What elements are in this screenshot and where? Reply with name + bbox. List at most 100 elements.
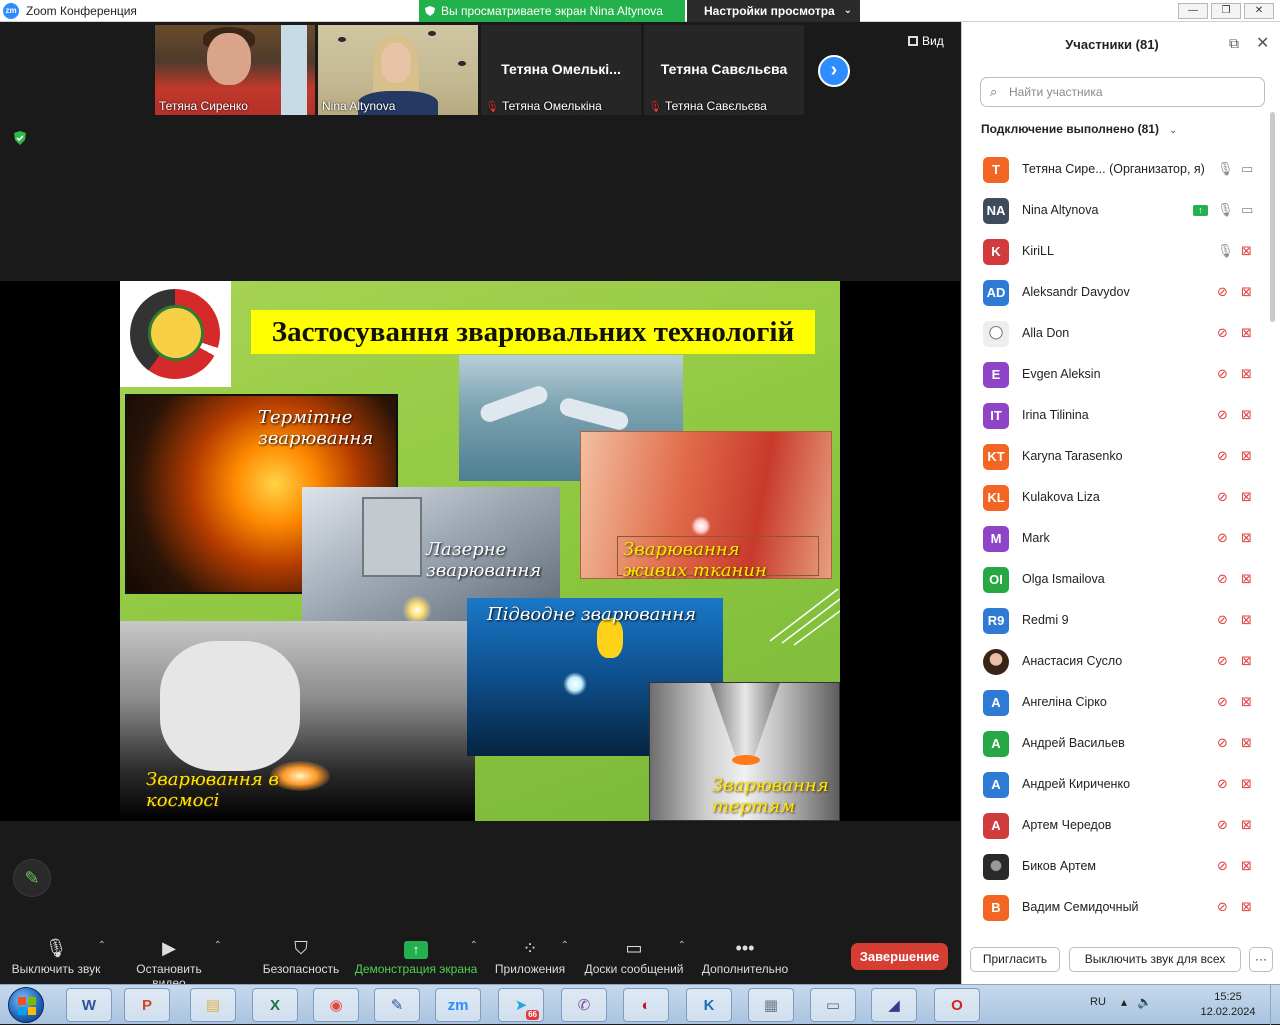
- more-options-button[interactable]: ···: [1249, 947, 1273, 972]
- participant-row[interactable]: OI Olga Ismailova ⊘ ⊠: [962, 559, 1267, 600]
- participant-row[interactable]: K KiriLL 🎙 ⊠: [962, 231, 1267, 272]
- participant-row[interactable]: Биков Артем ⊘ ⊠: [962, 846, 1267, 887]
- pop-out-icon[interactable]: ⧉: [1229, 35, 1239, 52]
- mic-muted-icon[interactable]: ⊘: [1217, 448, 1228, 464]
- participant-row[interactable]: NA Nina Altynova ↑ 🎙 ▭: [962, 190, 1267, 231]
- mic-muted-icon[interactable]: ⊘: [1217, 653, 1228, 669]
- participant-row[interactable]: E Evgen Aleksin ⊘ ⊠: [962, 354, 1267, 395]
- view-options-button[interactable]: Настройки просмотра ⌄: [687, 0, 860, 22]
- microphone-icon[interactable]: 🎙: [1217, 202, 1234, 218]
- close-button[interactable]: ✕: [1244, 3, 1274, 19]
- panel-scrollbar[interactable]: [1270, 112, 1275, 322]
- taskbar-app-explorer[interactable]: ▤: [190, 988, 236, 1022]
- mic-muted-icon[interactable]: ⊘: [1217, 735, 1228, 751]
- video-off-icon[interactable]: ⊠: [1241, 694, 1252, 710]
- chevron-up-icon[interactable]: ⌃: [561, 940, 569, 951]
- video-off-icon[interactable]: ⊠: [1241, 612, 1252, 628]
- video-tile[interactable]: Тетяна Савєльєва 🎙 Тетяна Савєльєва: [644, 25, 804, 115]
- participant-row[interactable]: KT Karyna Tarasenko ⊘ ⊠: [962, 436, 1267, 477]
- video-tile[interactable]: Тетяна Омелькі... 🎙 Тетяна Омелькіна: [481, 25, 641, 115]
- maximize-button[interactable]: ❐: [1211, 3, 1241, 19]
- taskbar-app-powerpoint[interactable]: P: [124, 988, 170, 1022]
- share-screen-button[interactable]: ↑ Демонстрация экрана ⌃: [354, 934, 478, 982]
- invite-button[interactable]: Пригласить: [970, 947, 1060, 972]
- chevron-up-icon[interactable]: ⌃: [470, 940, 478, 951]
- taskbar-app-media[interactable]: ◐: [623, 988, 669, 1022]
- next-page-button[interactable]: ›: [818, 55, 850, 87]
- taskbar-app-opera[interactable]: O: [934, 988, 980, 1022]
- mic-muted-icon[interactable]: ⊘: [1217, 366, 1228, 382]
- chevron-up-icon[interactable]: ⌃: [98, 940, 106, 951]
- mute-button[interactable]: 🎙 Выключить звук ⌃: [10, 934, 106, 982]
- close-icon[interactable]: ✕: [1256, 33, 1269, 53]
- start-button[interactable]: [8, 987, 44, 1023]
- taskbar-app-chrome[interactable]: ◉: [313, 988, 359, 1022]
- participant-row[interactable]: A Андрей Кириченко ⊘ ⊠: [962, 764, 1267, 805]
- video-off-icon[interactable]: ⊠: [1241, 571, 1252, 587]
- volume-icon[interactable]: 🔈: [1137, 995, 1152, 1009]
- taskbar-app-network[interactable]: ▭: [810, 988, 856, 1022]
- search-input[interactable]: ⌕ Найти участника: [980, 77, 1265, 107]
- microphone-icon[interactable]: 🎙: [1217, 161, 1234, 177]
- participant-row[interactable]: Анастасия Сусло ⊘ ⊠: [962, 641, 1267, 682]
- video-tile[interactable]: Тетяна Сиренко: [155, 25, 315, 115]
- taskbar-app-excel[interactable]: X: [252, 988, 298, 1022]
- mic-muted-icon[interactable]: ⊘: [1217, 858, 1228, 874]
- tray-arrow-icon[interactable]: ▴: [1121, 995, 1127, 1009]
- video-off-icon[interactable]: ⊠: [1241, 243, 1252, 259]
- video-off-icon[interactable]: ⊠: [1241, 284, 1252, 300]
- apps-button[interactable]: ⁘ Приложения ⌃: [493, 934, 569, 982]
- taskbar-app-paint[interactable]: ✎: [374, 988, 420, 1022]
- stop-video-button[interactable]: ▶ Остановить видео ⌃: [118, 934, 222, 990]
- annotate-pencil-button[interactable]: ✎: [13, 859, 51, 897]
- video-tile-active-speaker[interactable]: Nina Altynova: [318, 25, 478, 115]
- taskbar-app-calculator[interactable]: ▦: [748, 988, 794, 1022]
- mic-muted-icon[interactable]: ⊘: [1217, 407, 1228, 423]
- participant-row[interactable]: T Тетяна Сире... (Организатор, я) 🎙 ▭: [962, 149, 1267, 190]
- video-off-icon[interactable]: ⊠: [1241, 407, 1252, 423]
- mic-muted-icon[interactable]: ⊘: [1217, 284, 1228, 300]
- mic-muted-icon[interactable]: ⊘: [1217, 489, 1228, 505]
- more-button[interactable]: ••• Дополнительно: [700, 934, 790, 982]
- microphone-icon[interactable]: 🎙: [1217, 243, 1234, 259]
- end-meeting-button[interactable]: Завершение: [851, 943, 948, 970]
- participant-row[interactable]: AD Aleksandr Davydov ⊘ ⊠: [962, 272, 1267, 313]
- chevron-up-icon[interactable]: ⌃: [678, 940, 686, 951]
- whiteboards-button[interactable]: ▭ Доски сообщений ⌃: [582, 934, 686, 982]
- video-off-icon[interactable]: ⊠: [1241, 448, 1252, 464]
- participant-row[interactable]: IT Irina Tilinina ⊘ ⊠: [962, 395, 1267, 436]
- chevron-up-icon[interactable]: ⌃: [214, 940, 222, 951]
- system-tray[interactable]: ▴ 🔈: [1121, 995, 1152, 1009]
- participant-row[interactable]: A Артем Чередов ⊘ ⊠: [962, 805, 1267, 846]
- video-off-icon[interactable]: ⊠: [1241, 530, 1252, 546]
- video-off-icon[interactable]: ⊠: [1241, 735, 1252, 751]
- video-off-icon[interactable]: ⊠: [1241, 489, 1252, 505]
- language-indicator[interactable]: RU: [1090, 996, 1106, 1008]
- participant-row[interactable]: A Андрей Васильев ⊘ ⊠: [962, 723, 1267, 764]
- taskbar-app-editor[interactable]: ◢: [871, 988, 917, 1022]
- video-camera-icon[interactable]: ▭: [1241, 202, 1253, 218]
- mic-muted-icon[interactable]: ⊘: [1217, 530, 1228, 546]
- participant-row[interactable]: Alla Don ⊘ ⊠: [962, 313, 1267, 354]
- taskbar-app-viber[interactable]: ✆: [561, 988, 607, 1022]
- video-off-icon[interactable]: ⊠: [1241, 858, 1252, 874]
- participant-row[interactable]: M Mark ⊘ ⊠: [962, 518, 1267, 559]
- mic-muted-icon[interactable]: ⊘: [1217, 776, 1228, 792]
- connected-section-header[interactable]: Подключение выполнено (81) ⌄: [981, 122, 1177, 136]
- clock[interactable]: 15:25 12.02.2024: [1196, 990, 1260, 1020]
- mic-muted-icon[interactable]: ⊘: [1217, 612, 1228, 628]
- video-off-icon[interactable]: ⊠: [1241, 653, 1252, 669]
- taskbar-app-word[interactable]: W: [66, 988, 112, 1022]
- mic-muted-icon[interactable]: ⊘: [1217, 899, 1228, 915]
- security-button[interactable]: ⛉ Безопасность: [262, 934, 340, 982]
- taskbar-app-telegram[interactable]: ➤ 66: [498, 988, 544, 1022]
- video-off-icon[interactable]: ⊠: [1241, 366, 1252, 382]
- view-button[interactable]: Вид: [908, 34, 944, 48]
- taskbar-app-zoom[interactable]: zm: [435, 988, 481, 1022]
- mic-muted-icon[interactable]: ⊘: [1217, 694, 1228, 710]
- minimize-button[interactable]: —: [1178, 3, 1208, 19]
- video-off-icon[interactable]: ⊠: [1241, 817, 1252, 833]
- video-camera-icon[interactable]: ▭: [1241, 161, 1253, 177]
- taskbar-app-k-app[interactable]: K: [686, 988, 732, 1022]
- participant-row[interactable]: B Вадим Семидочный ⊘ ⊠: [962, 887, 1267, 928]
